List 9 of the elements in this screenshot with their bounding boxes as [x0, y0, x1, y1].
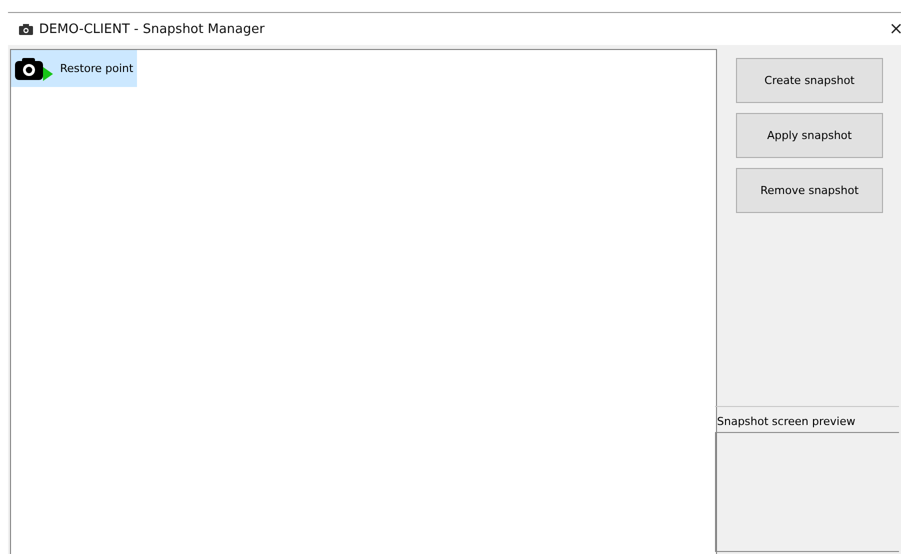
- close-button[interactable]: ×: [889, 19, 901, 39]
- camera-play-icon: [14, 56, 54, 82]
- snapshot-button[interactable]: Create snapshot: [736, 58, 883, 103]
- snapshot-button[interactable]: Apply snapshot: [736, 113, 883, 158]
- snapshot-item[interactable]: Restore point: [11, 50, 138, 87]
- snapshot-button[interactable]: Remove snapshot: [736, 168, 883, 213]
- camera-icon: [19, 24, 33, 34]
- preview-label: Snapshot screen preview: [716, 415, 856, 428]
- window-title: DEMO-CLIENT - Snapshot Manager: [39, 22, 266, 36]
